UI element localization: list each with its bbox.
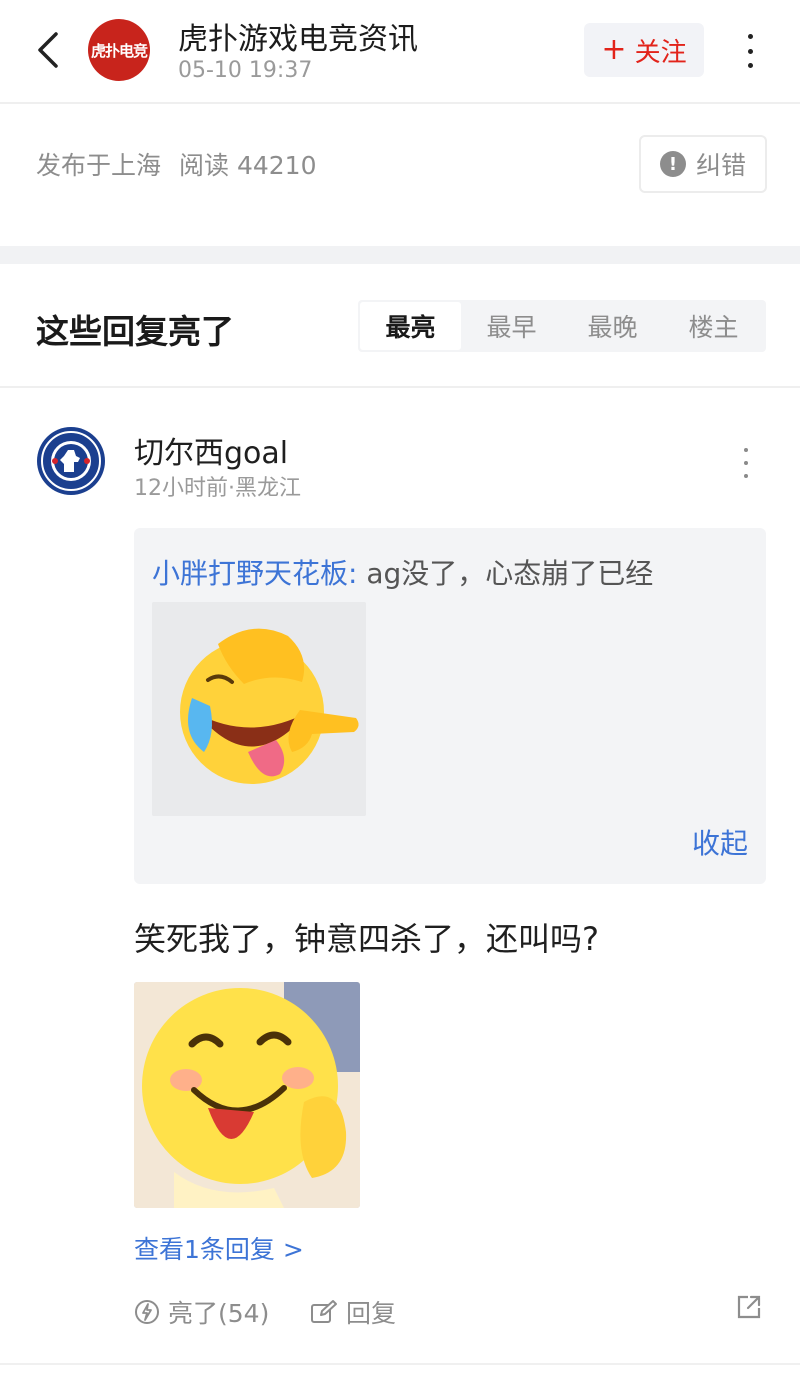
- light-count: 亮了(54): [168, 1299, 270, 1328]
- reply-button[interactable]: 回复: [310, 1294, 396, 1330]
- reply-label: 回复: [346, 1299, 397, 1328]
- back-button[interactable]: [28, 26, 68, 74]
- quote-author[interactable]: 小胖打野天花板:: [152, 557, 357, 590]
- light-up-button[interactable]: 亮了(54): [134, 1294, 269, 1330]
- edit-icon: [311, 1300, 337, 1323]
- follow-button[interactable]: + 关注: [584, 23, 704, 77]
- lightning-icon: [135, 1300, 159, 1324]
- correct-label: 纠错: [695, 151, 746, 180]
- correct-error-button[interactable]: ! 纠错: [639, 135, 767, 193]
- more-dot: [747, 63, 753, 68]
- read-count: 阅读 44210: [179, 151, 317, 180]
- section-divider: [0, 246, 800, 264]
- article-meta: 发布于上海 阅读 44210 ! 纠错: [0, 104, 800, 246]
- comment-actions: 亮了(54) 回复: [134, 1290, 766, 1334]
- highlights-title: 这些回复亮了: [36, 312, 234, 351]
- quoted-reply: 小胖打野天花板: ag没了，心态崩了已经 收起: [134, 528, 766, 884]
- tab-latest[interactable]: 最晚: [562, 302, 663, 350]
- publish-time: 05-10 19:37: [178, 58, 313, 83]
- quote-text: ag没了，心态崩了已经: [357, 557, 654, 590]
- sort-tabs: 最亮 最早 最晚 楼主: [358, 300, 766, 352]
- comment-more-button[interactable]: [736, 448, 756, 478]
- more-vertical-icon: [747, 34, 753, 39]
- comment-item: 切尔西goal 12小时前·黑龙江 小胖打野天花板: ag没了，心态崩了已经 收…: [0, 390, 800, 1365]
- comment-meta: 12小时前·黑龙江: [134, 476, 301, 501]
- more-dot: [744, 474, 748, 478]
- publisher-avatar-text: 虎扑电竞: [90, 41, 148, 60]
- publisher-name[interactable]: 虎扑游戏电竞资讯: [178, 14, 418, 58]
- alert-icon: !: [659, 151, 686, 177]
- quote-line: 小胖打野天花板: ag没了，心态崩了已经: [152, 552, 653, 592]
- back-arrow-icon: [38, 32, 58, 68]
- top-bar: 虎扑电竞 虎扑游戏电竞资讯 05-10 19:37 + 关注: [0, 0, 800, 104]
- follow-label: 关注: [634, 37, 687, 68]
- highlights-header: 这些回复亮了 最亮 最早 最晚 楼主: [0, 264, 800, 388]
- more-dot: [744, 461, 748, 465]
- more-vertical-icon: [744, 448, 748, 452]
- plus-icon: +: [601, 32, 627, 67]
- more-dot: [747, 48, 753, 54]
- collapse-link[interactable]: 收起: [692, 822, 748, 862]
- view-replies-link[interactable]: 查看1条回复 >: [134, 1230, 304, 1266]
- tab-op[interactable]: 楼主: [663, 302, 764, 350]
- tab-brightest[interactable]: 最亮: [360, 302, 461, 350]
- chelsea-crest[interactable]: [36, 426, 106, 496]
- comment-text: 笑死我了，钟意四杀了，还叫吗?: [134, 920, 599, 958]
- share-icon: [737, 1295, 761, 1319]
- publish-location: 发布于上海: [36, 151, 162, 180]
- laughing-emoji[interactable]: [152, 602, 366, 816]
- share-button[interactable]: [736, 1294, 762, 1320]
- tongue-out-emoji[interactable]: [134, 982, 360, 1208]
- meta-text: 发布于上海 阅读 44210: [36, 146, 317, 182]
- tab-earliest[interactable]: 最早: [461, 302, 562, 350]
- publisher-avatar[interactable]: 虎扑电竞: [88, 19, 150, 81]
- more-options-button[interactable]: [730, 30, 770, 72]
- comment-user-name[interactable]: 切尔西goal: [134, 428, 288, 472]
